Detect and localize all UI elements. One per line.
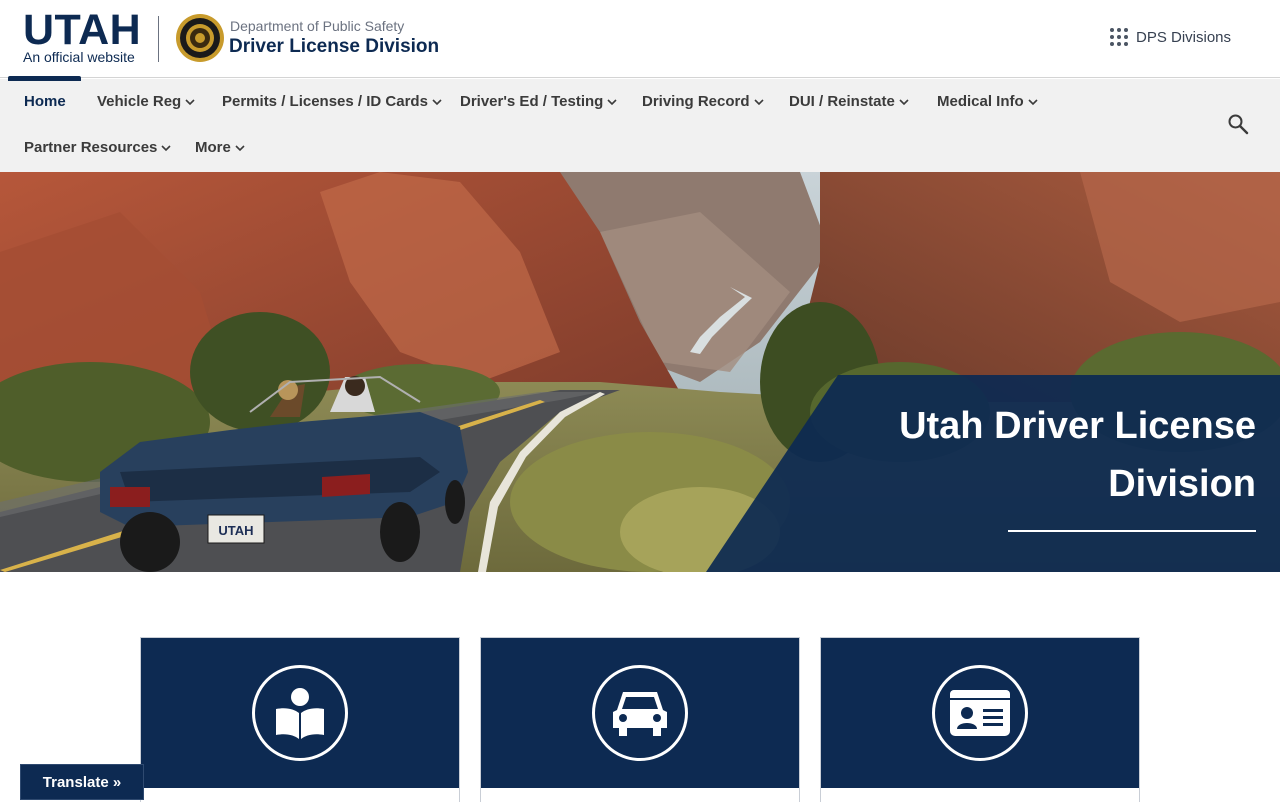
division-name[interactable]: Driver License Division	[229, 36, 439, 58]
nav-item-label: Partner Resources	[24, 139, 158, 156]
header-divider	[158, 16, 159, 62]
nav-item-label: DUI / Reinstate	[789, 93, 895, 110]
card-icon-ring	[932, 665, 1028, 761]
nav-item-label: Permits / Licenses / ID Cards	[222, 93, 428, 110]
dps-divisions-button[interactable]: DPS Divisions	[1110, 28, 1231, 46]
chevron-down-icon	[607, 98, 617, 105]
chevron-down-icon	[432, 98, 442, 105]
nav-item-drivers-ed[interactable]: Driver's Ed / Testing	[460, 93, 617, 110]
service-card-vehicle[interactable]	[480, 637, 800, 802]
chevron-down-icon	[235, 144, 245, 151]
chevron-down-icon	[1028, 98, 1038, 105]
dps-divisions-label: DPS Divisions	[1136, 28, 1232, 46]
chevron-down-icon	[161, 144, 171, 151]
translate-button[interactable]: Translate »	[20, 764, 144, 800]
chevron-down-icon	[899, 98, 909, 105]
department-name: Department of Public Safety	[230, 18, 405, 34]
card-icon-ring	[252, 665, 348, 761]
license-plate-text: UTAH	[218, 523, 253, 538]
nav-item-permits[interactable]: Permits / Licenses / ID Cards	[222, 93, 442, 110]
dps-seal-icon[interactable]	[175, 12, 225, 64]
utah-wordmark: UTAH	[23, 6, 142, 54]
card-icon-ring	[592, 665, 688, 761]
nav-item-home[interactable]: Home	[24, 93, 66, 110]
nav-item-partner-resources[interactable]: Partner Resources	[24, 139, 171, 156]
nav-item-vehicle-reg[interactable]: Vehicle Reg	[97, 93, 195, 110]
official-website-tagline: An official website	[23, 49, 135, 65]
service-card-drivers-ed[interactable]	[140, 637, 460, 802]
nav-item-medical-info[interactable]: Medical Info	[937, 93, 1038, 110]
nav-item-more[interactable]: More	[195, 139, 245, 156]
nav-item-dui-reinstate[interactable]: DUI / Reinstate	[789, 93, 909, 110]
main-nav: Home Vehicle Reg Permits / Licenses / ID…	[0, 79, 1280, 172]
nav-item-label: More	[195, 139, 231, 156]
search-icon[interactable]	[1227, 113, 1249, 135]
nav-item-label: Vehicle Reg	[97, 93, 182, 110]
nav-item-label: Driver's Ed / Testing	[460, 93, 604, 110]
service-card-id[interactable]	[820, 637, 1140, 802]
nav-item-label: Medical Info	[937, 93, 1024, 110]
nav-item-driving-record[interactable]: Driving Record	[642, 93, 764, 110]
nav-item-label: Home	[24, 93, 66, 110]
utah-logo[interactable]: UTAH An official website	[23, 6, 142, 66]
hero-title: Utah Driver License Division	[899, 405, 1256, 505]
car-icon	[613, 692, 667, 736]
app-grid-icon	[1110, 28, 1128, 46]
id-card-icon	[950, 690, 1010, 736]
reader-book-icon	[276, 688, 324, 739]
active-tab-indicator	[8, 76, 81, 81]
site-header: UTAH An official website Department of P…	[0, 0, 1280, 78]
chevron-down-icon	[185, 98, 195, 105]
chevron-down-icon	[753, 98, 764, 105]
hero-title-underline	[1008, 530, 1256, 532]
nav-item-label: Driving Record	[642, 93, 750, 110]
hero-banner: UTAH Utah Driver License Division	[0, 172, 1280, 572]
